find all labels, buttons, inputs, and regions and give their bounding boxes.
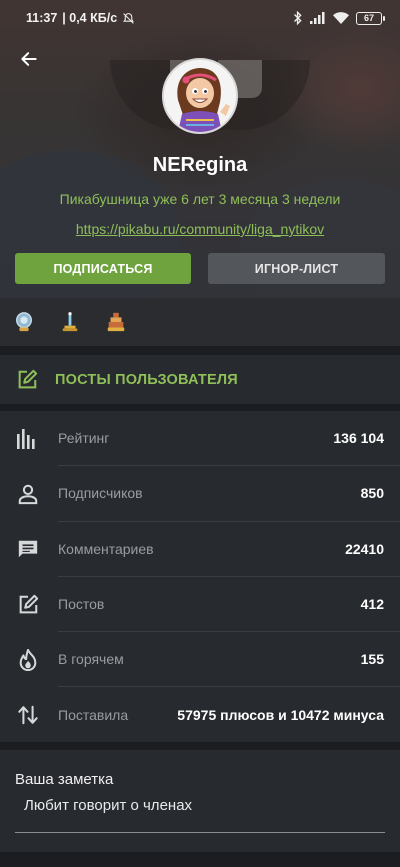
battery-level: 67 — [363, 13, 374, 23]
status-speed: | 0,4 КБ/с — [62, 11, 118, 25]
cake-award-icon[interactable] — [104, 310, 128, 334]
avatar[interactable] — [162, 58, 238, 134]
cake-award-glyph — [107, 312, 125, 332]
medal-award-icon[interactable] — [12, 310, 36, 334]
back-button[interactable] — [14, 44, 44, 74]
edit-icon — [19, 594, 39, 613]
status-bar: 11:37 | 0,4 КБ/с 67 — [0, 0, 400, 36]
trophy-award-icon[interactable] — [58, 310, 82, 334]
stat-label: Поставила — [58, 707, 129, 724]
stat-row-subscribers[interactable]: Подписчиков 850 — [0, 466, 400, 522]
wifi-icon — [333, 12, 349, 24]
trophy-award-glyph — [62, 312, 78, 332]
stat-row-votes: Поставила 57975 плюсов и 10472 минуса — [0, 687, 400, 742]
subscribe-button[interactable]: ПОДПИСАТЬСЯ — [15, 253, 191, 284]
stat-label: Рейтинг — [58, 430, 110, 447]
bluetooth-icon — [294, 11, 302, 25]
stat-row-comments[interactable]: Комментариев 22410 — [0, 522, 400, 577]
user-note-underline — [15, 832, 385, 833]
stat-label: Постов — [58, 596, 105, 613]
ignore-list-button[interactable]: ИГНОР-ЛИСТ — [208, 253, 385, 284]
stat-label: Подписчиков — [58, 485, 143, 502]
user-note-title: Ваша заметка — [15, 771, 114, 788]
user-posts-label: ПОСТЫ ПОЛЬЗОВАТЕЛЯ — [55, 371, 238, 388]
profile-banner: 11:37 | 0,4 КБ/с 67 NERegina Пикабушница… — [0, 0, 400, 298]
arrow-left-icon — [21, 52, 37, 66]
battery-icon: 67 — [356, 11, 385, 25]
user-posts-link[interactable]: ПОСТЫ ПОЛЬЗОВАТЕЛЯ — [0, 355, 400, 404]
edit-icon — [18, 369, 38, 388]
user-note: Ваша заметка Любит говорит о членах — [0, 750, 400, 852]
stat-value: 22410 — [345, 540, 384, 557]
stat-row-hot[interactable]: В горячем 155 — [0, 632, 400, 688]
sort-arrows-icon — [18, 705, 38, 725]
stat-row-rating: Рейтинг 136 104 — [0, 411, 400, 467]
status-time: 11:37 — [26, 11, 58, 25]
profile-link[interactable]: https://pikabu.ru/community/liga_nytikov — [0, 221, 400, 237]
cellular-signal-icon — [310, 12, 325, 24]
stat-value: 850 — [360, 485, 384, 502]
profile-tenure: Пикабушница уже 6 лет 3 месяца 3 недели — [59, 191, 341, 207]
awards-bar — [0, 298, 400, 346]
stat-row-posts[interactable]: Постов 412 — [0, 577, 400, 633]
stat-label: В горячем — [58, 651, 124, 668]
stat-value: 155 — [360, 651, 384, 668]
comment-icon — [18, 540, 38, 558]
medal-award-glyph — [15, 312, 33, 332]
user-icon — [18, 484, 38, 505]
avatar-image — [164, 60, 236, 132]
profile-username: NERegina — [152, 154, 248, 176]
stat-value: 136 104 — [333, 430, 384, 447]
stat-value: 412 — [360, 596, 384, 613]
stat-label: Комментариев — [58, 540, 154, 557]
profile-stats: Рейтинг 136 104 Подписчиков 850 Коммента — [0, 411, 400, 742]
rating-icon — [17, 428, 35, 449]
stat-value: 57975 плюсов и 10472 минуса — [177, 707, 384, 724]
fire-icon — [19, 648, 37, 671]
bell-off-icon — [123, 12, 134, 24]
user-note-field[interactable]: Любит говорит о членах — [15, 797, 385, 814]
